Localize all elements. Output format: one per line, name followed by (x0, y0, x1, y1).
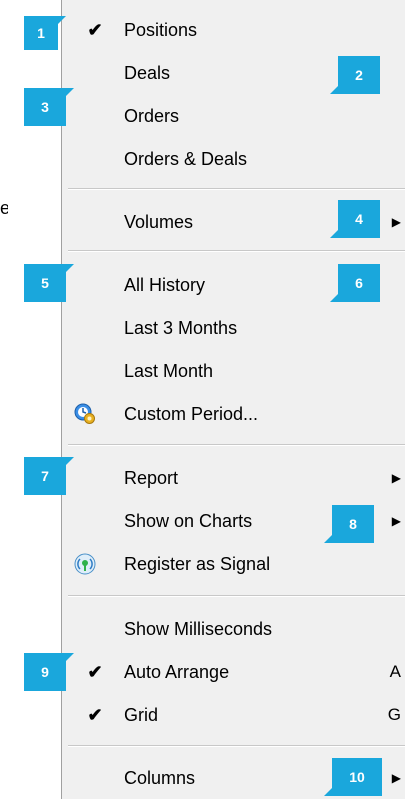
menu-item-label: Show on Charts (124, 510, 253, 531)
menu-item-label: Volumes (124, 211, 194, 232)
menu-item-label: Show Milliseconds (124, 618, 273, 639)
menu-separator (68, 250, 405, 252)
menu-item-label: Auto Arrange (124, 661, 230, 682)
menu-item-label: Positions (124, 19, 198, 40)
menu-item-label: Last 3 Months (124, 317, 238, 338)
menu-item-label: Deals (124, 62, 171, 83)
menu-item-report[interactable]: Report ▶ (62, 458, 405, 498)
callout-tail (330, 230, 338, 238)
menu-item-positions[interactable]: ✔ Positions (62, 10, 405, 50)
signal-broadcast-icon (74, 553, 96, 575)
menu-item-label: Columns (124, 767, 196, 788)
menu-separator (68, 188, 405, 190)
callout-badge-1: 1 (24, 16, 58, 50)
callout-badge-2: 2 (338, 56, 380, 94)
submenu-arrow-icon: ▶ (391, 514, 401, 528)
menu-separator (68, 595, 405, 597)
menu-item-label: Report (124, 467, 179, 488)
menu-item-label: Orders & Deals (124, 148, 248, 169)
background-text-fragment: e (0, 198, 8, 218)
menu-item-orders-and-deals[interactable]: Orders & Deals (62, 139, 405, 179)
callout-badge-4: 4 (338, 200, 380, 238)
menu-item-last-month[interactable]: Last Month (62, 351, 405, 391)
check-icon: ✔ (87, 19, 103, 40)
menu-item-label: All History (124, 274, 206, 295)
menu-item-label: Orders (124, 105, 180, 126)
menu-item-grid[interactable]: ✔ Grid G (62, 695, 405, 735)
callout-tail (330, 294, 338, 302)
menu-item-last-3-months[interactable]: Last 3 Months (62, 308, 405, 348)
callout-badge-10: 10 (332, 758, 382, 796)
context-menu: ✔ Positions Deals Orders Orders & Deals … (61, 0, 405, 799)
callout-tail (66, 264, 74, 272)
callout-badge-5: 5 (24, 264, 66, 302)
check-icon: ✔ (87, 661, 103, 682)
submenu-arrow-icon: ▶ (391, 771, 401, 785)
callout-badge-6: 6 (338, 264, 380, 302)
submenu-arrow-icon: ▶ (391, 471, 401, 485)
callout-badge-3: 3 (24, 88, 66, 126)
menu-item-custom-period[interactable]: Custom Period... (62, 394, 405, 434)
menu-item-register-as-signal[interactable]: Register as Signal (62, 544, 405, 584)
menu-item-show-milliseconds[interactable]: Show Milliseconds (62, 609, 405, 649)
menu-item-label: Register as Signal (124, 553, 271, 574)
menu-item-auto-arrange[interactable]: ✔ Auto Arrange A (62, 652, 405, 692)
menu-item-label: Grid (124, 704, 159, 725)
custom-period-gear-icon (74, 403, 95, 424)
callout-tail (66, 457, 74, 465)
callout-tail (66, 88, 74, 96)
menu-item-shortcut: G (387, 705, 401, 724)
callout-tail (330, 86, 338, 94)
callout-badge-8: 8 (332, 505, 374, 543)
menu-item-shortcut: A (389, 662, 401, 681)
menu-item-orders[interactable]: Orders (62, 96, 405, 136)
callout-badge-9: 9 (24, 653, 66, 691)
menu-separator (68, 444, 405, 446)
callout-tail (324, 535, 332, 543)
callout-badge-7: 7 (24, 457, 66, 495)
submenu-arrow-icon: ▶ (391, 215, 401, 229)
callout-tail (58, 16, 66, 24)
menu-item-label: Custom Period... (124, 403, 259, 424)
menu-item-label: Last Month (124, 360, 214, 381)
callout-tail (324, 788, 332, 796)
check-icon: ✔ (87, 704, 103, 725)
menu-separator (68, 745, 405, 747)
callout-tail (66, 653, 74, 661)
